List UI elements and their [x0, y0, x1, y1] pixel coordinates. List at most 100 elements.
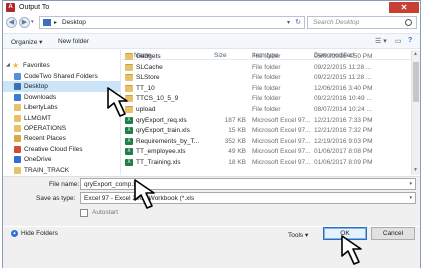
new-folder-button[interactable]: New folder [58, 38, 89, 45]
cursor-arrow-icon [107, 87, 128, 117]
preview-pane-icon[interactable]: ▭ [395, 37, 402, 45]
search-box[interactable]: Search Desktop [307, 16, 417, 29]
folder-row[interactable]: TT_10 File folder 12/06/2016 3:40 PM [122, 83, 411, 93]
file-type: File folder [252, 106, 281, 113]
cancel-button[interactable]: Cancel [371, 227, 415, 240]
cursor-arrow-icon [341, 235, 362, 265]
folder-row[interactable]: TTCS_10_5_9 File folder 09/22/2016 10:49 .… [122, 93, 411, 103]
excel-file-icon: X [125, 127, 133, 135]
recent-locations-dropdown[interactable]: ▾ [31, 19, 34, 25]
hide-folders-label[interactable]: Hide Folders [21, 230, 58, 237]
scroll-down-icon[interactable]: ▼ [413, 167, 418, 173]
sidebar-item-creative-cloud-files[interactable]: Creative Cloud Files [3, 144, 120, 155]
folder-icon [125, 53, 133, 60]
file-row[interactable]: XqryExport_req.xls 187 KB Microsoft Excel … [122, 115, 411, 125]
search-icon[interactable] [405, 19, 412, 26]
output-to-dialog: A Output To ✕ ◀ ▶ ▾ ▸ Desktop ▾ ↻ Search… [2, 0, 421, 268]
file-name: TT_employee.xls [136, 148, 186, 156]
star-icon: ★ [12, 61, 20, 70]
file-name: TT_Training.xls [136, 159, 181, 166]
sidebar-item-recent-places[interactable]: Recent Places [3, 133, 120, 144]
file-type: Microsoft Excel 97... [252, 137, 311, 145]
organize-button[interactable]: Organize ▾ [11, 38, 42, 46]
collapse-icon[interactable]: ◢ [6, 62, 10, 68]
autostart-label[interactable]: Autostart [92, 209, 118, 216]
sidebar-item-label: Creative Cloud Files [24, 145, 83, 153]
file-name: SLStore [136, 74, 160, 82]
sidebar-item-label: Downloads [24, 93, 57, 101]
file-name-field[interactable]: qryExport_comp.xls ▾ [80, 178, 416, 190]
excel-file-icon: X [125, 148, 133, 156]
command-toolbar: Organize ▾ New folder ☰ ▾ ▭ ? [3, 33, 420, 49]
sidebar-item-label: OPERATIONS [24, 125, 67, 132]
sidebar-item-libertylabs[interactable]: LibertyLabs [3, 102, 120, 113]
cursor-arrow-icon [134, 179, 155, 209]
file-row[interactable]: XqryExport_train.xls 15 KB Microsoft Excel… [122, 125, 411, 135]
file-name: TTCS_10_5_9 [136, 95, 179, 103]
navigation-pane: ◢ ★ Favorites CodeTwo Shared Folders Desk… [3, 50, 121, 175]
address-dropdown-icon[interactable]: ▾ [287, 19, 290, 26]
forward-button[interactable]: ▶ [19, 17, 30, 28]
help-icon[interactable]: ? [408, 37, 412, 44]
file-type: File folder [252, 63, 281, 71]
autostart-checkbox[interactable] [80, 209, 88, 217]
file-date-modified: 09/22/2015 11:28 ... [314, 63, 372, 71]
sidebar-item-downloads[interactable]: Downloads [3, 92, 120, 103]
file-row[interactable]: X TT_Training.xls 18 KB Microsoft Excel 97.… [122, 157, 411, 167]
file-type: Microsoft Excel 97... [252, 148, 311, 156]
sidebar-item-label: Recent Places [24, 135, 66, 143]
file-list: Name Size Item type Date modified Gadget… [122, 50, 411, 175]
file-size: 15 KB [228, 127, 246, 135]
sidebar-item-label: OneDrive [24, 156, 52, 164]
file-type: Microsoft Excel 97... [252, 127, 311, 135]
search-input[interactable]: Search Desktop [313, 19, 359, 26]
scrollbar-thumb[interactable] [413, 62, 419, 102]
file-name: Gadgets [136, 53, 161, 60]
dialog-title: Output To [19, 4, 50, 11]
chevron-down-icon[interactable]: ▾ [409, 181, 412, 187]
file-date-modified: 09/22/2015 11:28 ... [314, 74, 372, 82]
file-date-modified: 09/22/2016 10:49 ... [314, 95, 372, 103]
close-button[interactable]: ✕ [389, 2, 419, 13]
back-button[interactable]: ◀ [6, 17, 17, 28]
sidebar-item-codetwo-shared-folders[interactable]: CodeTwo Shared Folders [3, 71, 120, 82]
sidebar-item-llmgmt[interactable]: LLMGMT [3, 113, 120, 124]
file-row[interactable]: X TT_employee.xls 49 KB Microsoft Excel 97.… [122, 146, 411, 156]
folder-row[interactable]: upload File folder 08/07/2014 10:24 ... [122, 104, 411, 114]
folder-row[interactable]: SLCache File folder 09/22/2015 11:28 ... [122, 62, 411, 72]
onedrive-icon [14, 156, 21, 164]
view-options-icon[interactable]: ☰ ▾ [375, 37, 387, 45]
file-size: 187 KB [224, 116, 246, 124]
breadcrumb-separator[interactable]: ▸ [54, 19, 57, 26]
save-as-type-select[interactable]: Excel 97 - Excel 2003 Workbook (*.xls) ▾ [80, 192, 416, 204]
sidebar-item-operations[interactable]: OPERATIONS [3, 123, 120, 134]
refresh-icon[interactable]: ↻ [295, 18, 301, 26]
nav-favorites[interactable]: ◢ ★ Favorites [3, 60, 120, 71]
tools-button[interactable]: Tools ▾ [288, 231, 308, 239]
sidebar-item-label: Desktop [24, 83, 48, 91]
file-type: Microsoft Excel 97... [252, 159, 311, 166]
folder-row[interactable]: SLStore File folder 09/22/2015 11:28 ... [122, 72, 411, 82]
chevron-down-icon[interactable]: ▾ [409, 195, 412, 201]
file-row[interactable]: X Requirements_by_T... 352 KB Microsoft Exc… [122, 136, 411, 146]
file-list-scrollbar[interactable]: ▲ ▼ [411, 50, 420, 175]
shared-folder-icon [14, 73, 21, 80]
title-bar: A Output To ✕ [3, 1, 420, 14]
collapse-arrow-icon[interactable]: ▴ [11, 230, 18, 237]
file-size: 18 KB [228, 159, 246, 166]
downloads-icon [14, 93, 21, 101]
file-date-modified: 12/21/2016 7:33 PM [314, 116, 373, 124]
file-type: File folder [252, 74, 281, 82]
sidebar-item-onedrive[interactable]: OneDrive [3, 154, 120, 165]
scroll-up-icon[interactable]: ▲ [413, 51, 418, 57]
acrobat-icon: A [6, 3, 15, 12]
breadcrumb-desktop[interactable]: Desktop [62, 19, 86, 26]
file-type: File folder [252, 95, 281, 103]
sidebar-item-desktop[interactable]: Desktop [3, 81, 120, 93]
desktop-icon [43, 19, 51, 26]
file-date-modified: 12/19/2016 9:03 PM [314, 137, 373, 145]
folder-row[interactable]: Gadgets File folder 05/09/2016 4:50 PM [122, 51, 411, 61]
folder-icon [125, 74, 133, 82]
address-bar[interactable]: ▸ Desktop ▾ ↻ [39, 16, 305, 29]
sidebar-item-train-track[interactable]: TRAIN_TRACK [3, 165, 120, 175]
